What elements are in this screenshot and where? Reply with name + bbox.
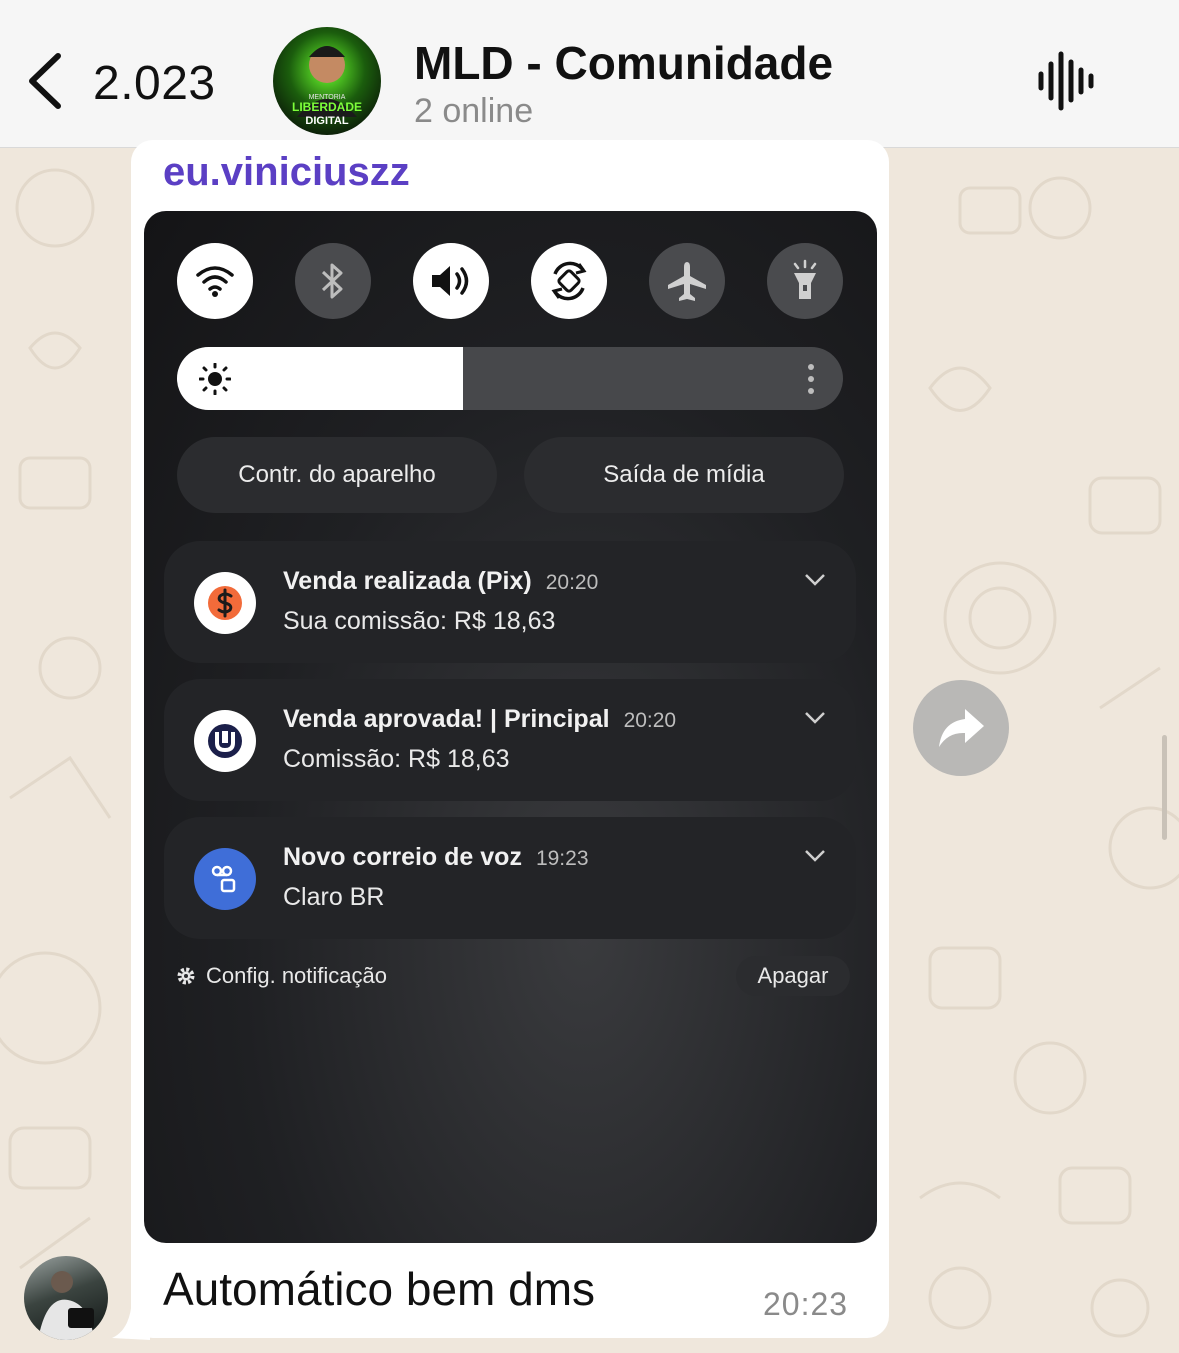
voice-chat-button[interactable] [1036,50,1096,112]
chevron-down-icon [805,574,825,586]
notification-settings-label: Config. notificação [206,963,387,988]
forward-button[interactable] [913,680,1009,776]
notification-title: Venda aprovada! | Principal 20:20 [283,705,677,733]
media-output-button: Saída de mídia [524,437,844,513]
bluetooth-icon [321,263,343,299]
notification-body: Comissão: R$ 18,63 [283,745,510,773]
gear-icon [177,967,195,985]
group-title[interactable]: MLD - Comunidade [414,36,833,90]
bluetooth-toggle [295,243,371,319]
notification-time: 20:20 [623,709,677,732]
wifi-icon [196,266,234,297]
device-control-button: Contr. do aparelho [177,437,497,513]
clear-notifications-button: Apagar [736,956,850,996]
forward-arrow-icon [939,709,984,747]
notification-item: Novo correio de voz 19:23 Claro BR [164,817,856,939]
sender-name[interactable]: eu.viniciuszz [163,150,410,195]
app-logo-icon [208,724,242,758]
online-status: 2 online [414,92,534,130]
flashlight-toggle [767,243,843,319]
auto-rotate-toggle [531,243,607,319]
chat-header: 2.023 MENTORIA LIBERDADE DIGITAL MLD - C… [0,0,1179,148]
sender-avatar[interactable] [24,1256,108,1340]
notification-title: Novo correio de voz 19:23 [283,843,589,871]
wifi-toggle [177,243,253,319]
brightness-slider [177,347,843,410]
message-time: 20:23 [763,1286,849,1322]
avatar-text-2: LIBERDADE [292,100,362,114]
notification-app-icon [194,710,256,772]
notification-item: Venda realizada (Pix) 20:20 Sua comissão:… [164,541,856,663]
notification-app-icon [194,848,256,910]
flashlight-icon [793,259,817,299]
chevron-left-icon [29,53,61,109]
notification-item: Venda aprovada! | Principal 20:20 Comissã… [164,679,856,801]
voicemail-icon [211,865,236,893]
notification-title: Venda realizada (Pix) 20:20 [283,567,599,595]
unread-count[interactable]: 2.023 [93,56,216,111]
more-vertical-icon [808,364,814,394]
notification-app-icon [194,572,256,634]
back-button[interactable] [22,50,72,112]
sun-icon [199,363,231,395]
notification-time: 20:20 [545,571,599,594]
notification-body: Sua comissão: R$ 18,63 [283,607,556,635]
rotate-icon [551,261,587,301]
chevron-down-icon [805,712,825,724]
airplane-toggle [649,243,725,319]
volume-icon [432,266,469,296]
notification-time: 19:23 [535,847,589,870]
notification-settings: Config. notificação [176,963,387,989]
notification-body: Claro BR [283,883,385,911]
group-avatar[interactable]: MENTORIA LIBERDADE DIGITAL [273,27,381,135]
airplane-icon [668,262,706,301]
message-text: Automático bem dms [163,1263,596,1315]
avatar-text-3: DIGITAL [305,115,348,127]
scrollbar[interactable] [1162,735,1167,840]
sound-toggle [413,243,489,319]
shared-image[interactable]: Contr. do aparelho Saída de mídia Venda … [144,211,877,1243]
chevron-down-icon [805,850,825,862]
waveform-icon [1038,51,1094,111]
dollar-icon [208,586,242,620]
